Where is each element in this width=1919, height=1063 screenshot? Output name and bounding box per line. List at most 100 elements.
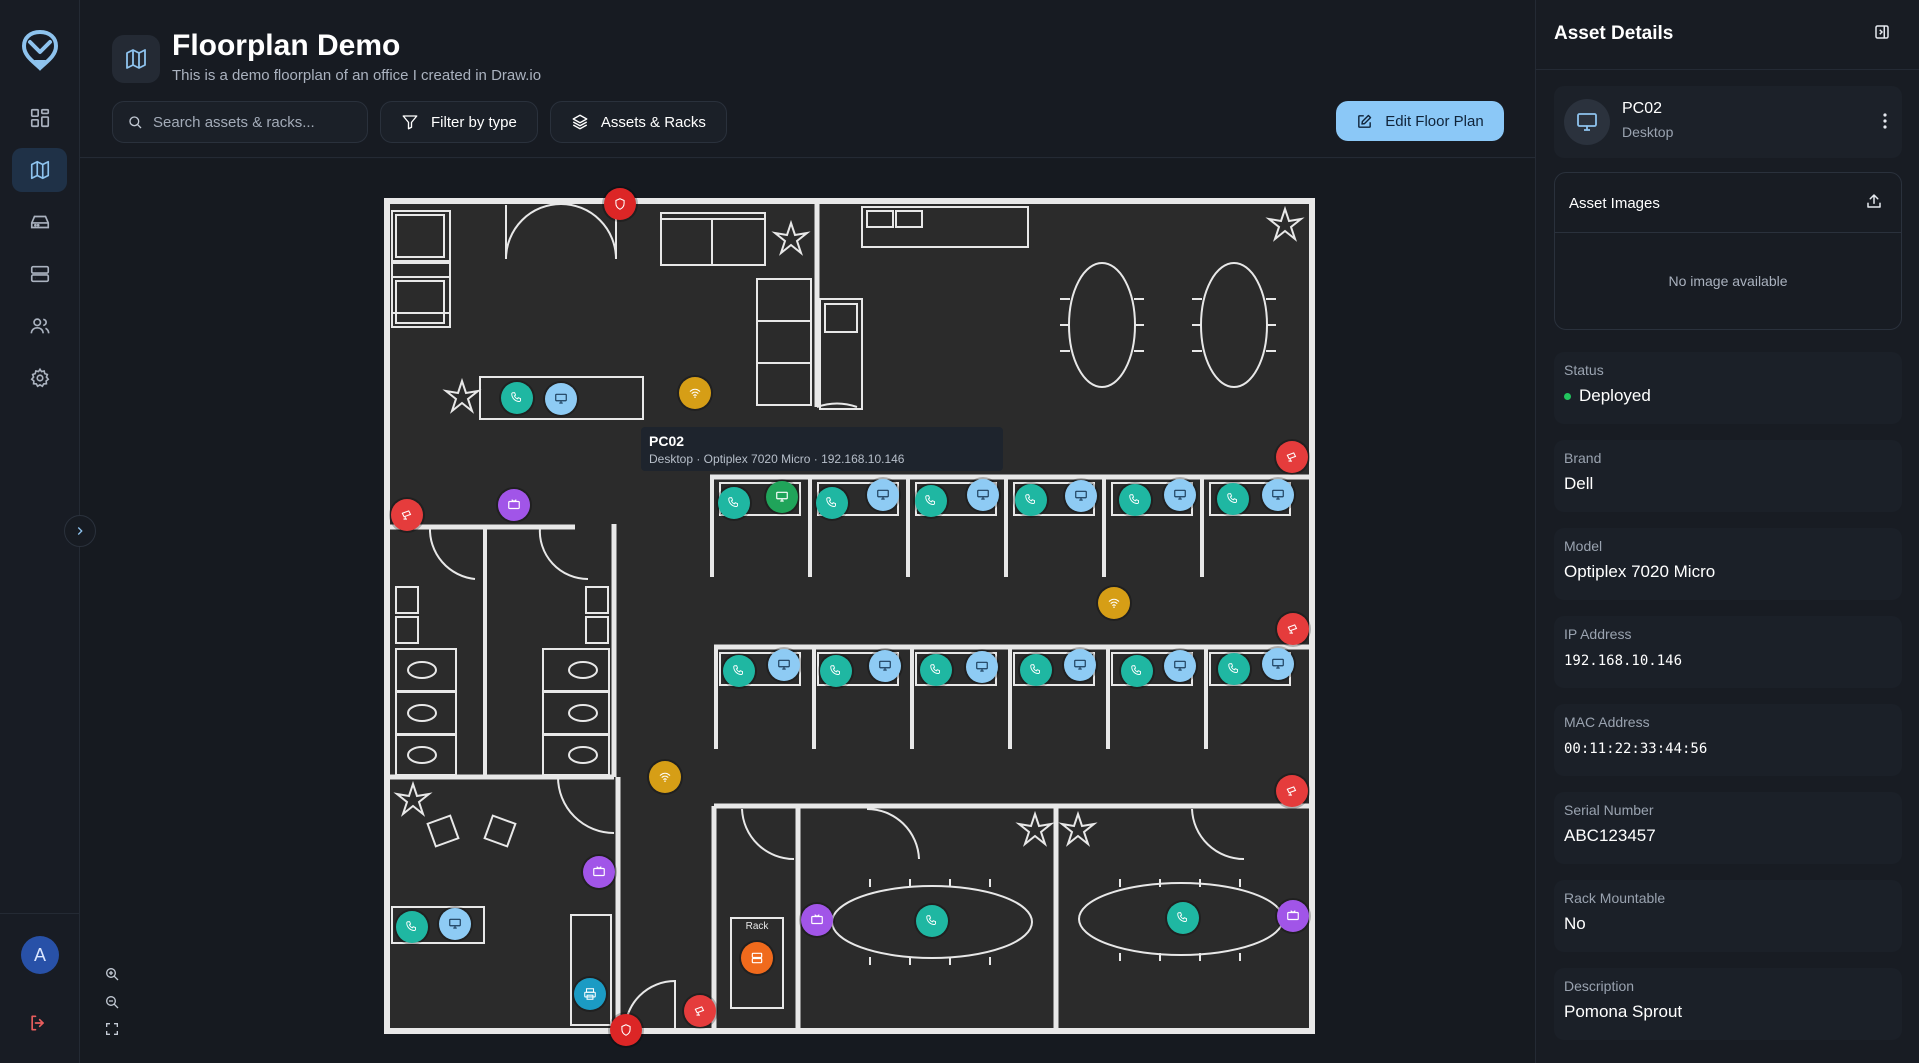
nav-dashboard[interactable] <box>12 96 67 140</box>
phone-marker[interactable] <box>723 655 755 687</box>
phone-marker[interactable] <box>501 382 533 414</box>
phone-marker[interactable] <box>718 487 750 519</box>
phone-marker[interactable] <box>915 485 947 517</box>
phone-marker[interactable] <box>1119 484 1151 516</box>
zoom-out-button[interactable] <box>100 990 124 1014</box>
phone-icon <box>511 392 521 402</box>
assets-racks-button[interactable]: Assets & Racks <box>549 101 727 143</box>
panel-title: Asset Details <box>1554 23 1674 44</box>
nav-settings[interactable] <box>12 356 67 400</box>
phone-marker[interactable] <box>920 654 952 686</box>
pc-marker[interactable] <box>1262 479 1294 511</box>
nav-racks[interactable] <box>12 252 67 296</box>
search-input[interactable] <box>153 113 343 131</box>
camera-marker[interactable] <box>391 499 423 531</box>
pc-marker[interactable] <box>439 908 471 940</box>
phone-marker[interactable] <box>816 487 848 519</box>
phone-icon <box>1025 494 1035 504</box>
floorplan-canvas[interactable]: Rack PC02 Desktop · Optiplex 7020 Micro … <box>80 159 1535 1063</box>
access-point-marker[interactable] <box>1098 587 1130 619</box>
access-point-marker[interactable] <box>649 761 681 793</box>
phone-marker[interactable] <box>1121 655 1153 687</box>
camera-icon <box>1287 624 1298 634</box>
desktop-icon <box>449 918 461 929</box>
pc-marker[interactable] <box>1164 650 1196 682</box>
pc-marker[interactable] <box>869 650 901 682</box>
pc-marker[interactable] <box>1164 479 1196 511</box>
field-label: Model <box>1564 538 1603 554</box>
pc-marker[interactable] <box>545 383 577 415</box>
app-logo[interactable] <box>20 28 60 72</box>
hard-drive-icon <box>30 215 49 229</box>
shield-icon <box>615 198 625 210</box>
pc-marker-selected[interactable] <box>766 481 798 513</box>
desktop-icon <box>1074 659 1086 670</box>
camera-marker[interactable] <box>1276 775 1308 807</box>
panel-collapse-button[interactable] <box>1873 23 1895 45</box>
display-marker[interactable] <box>801 904 833 936</box>
phone-marker[interactable] <box>916 905 948 937</box>
camera-marker[interactable] <box>1276 441 1308 473</box>
access-point-marker[interactable] <box>679 377 711 409</box>
phone-marker[interactable] <box>396 911 428 943</box>
pc-marker[interactable] <box>966 651 998 683</box>
rack-label: Rack <box>746 921 770 932</box>
phone-icon <box>406 921 416 931</box>
display-marker[interactable] <box>1277 900 1309 932</box>
map-icon <box>112 35 160 83</box>
phone-marker[interactable] <box>1020 654 1052 686</box>
rack-marker[interactable] <box>741 942 773 974</box>
asset-images-title: Asset Images <box>1569 195 1660 212</box>
phone-icon <box>1030 664 1040 674</box>
edit-floor-plan-button[interactable]: Edit Floor Plan <box>1336 101 1504 141</box>
phone-marker[interactable] <box>820 655 852 687</box>
pc-marker[interactable] <box>967 479 999 511</box>
nav-storage[interactable] <box>12 200 67 244</box>
desktop-icon <box>877 489 889 500</box>
search-icon <box>129 116 142 129</box>
server-icon <box>751 952 763 964</box>
field-status: Status Deployed <box>1554 352 1902 424</box>
desktop-icon <box>1174 660 1186 671</box>
camera-marker[interactable] <box>1277 613 1309 645</box>
shield-icon <box>621 1024 631 1036</box>
display-marker[interactable] <box>583 856 615 888</box>
sidebar-expand-button[interactable] <box>64 515 96 547</box>
filter-by-type-button[interactable]: Filter by type <box>380 101 538 143</box>
field-rack-mountable: Rack Mountable No <box>1554 880 1902 952</box>
status-badge: Deployed <box>1564 386 1651 406</box>
nav-floorplans[interactable] <box>12 148 67 192</box>
upload-icon[interactable] <box>1865 192 1885 212</box>
gear-icon <box>30 367 49 388</box>
camera-marker[interactable] <box>684 995 716 1027</box>
pc-marker[interactable] <box>1064 649 1096 681</box>
phone-marker[interactable] <box>1167 902 1199 934</box>
nav-users[interactable] <box>12 304 67 348</box>
phone-icon <box>1227 493 1237 503</box>
field-description: Description Pomona Sprout <box>1554 968 1902 1040</box>
printer-marker[interactable] <box>574 978 606 1010</box>
security-marker[interactable] <box>610 1014 642 1046</box>
tv-icon <box>1287 910 1299 921</box>
avatar[interactable]: A <box>21 936 59 974</box>
logout-icon[interactable] <box>28 1013 52 1037</box>
pc-marker[interactable] <box>867 479 899 511</box>
field-mac-address: MAC Address 00:11:22:33:44:56 <box>1554 704 1902 776</box>
phone-marker[interactable] <box>1217 483 1249 515</box>
fullscreen-button[interactable] <box>100 1017 124 1041</box>
search-box[interactable] <box>112 101 368 143</box>
panel-collapse-icon <box>1875 25 1889 39</box>
more-options-icon[interactable] <box>1877 110 1893 132</box>
security-marker[interactable] <box>604 188 636 220</box>
pc-marker[interactable] <box>768 649 800 681</box>
pc-marker[interactable] <box>1065 480 1097 512</box>
zoom-in-button[interactable] <box>100 962 124 986</box>
field-label: MAC Address <box>1564 714 1650 730</box>
display-marker[interactable] <box>498 489 530 521</box>
field-value: ABC123457 <box>1564 826 1656 845</box>
fullscreen-icon <box>106 1023 118 1035</box>
pc-marker[interactable] <box>1262 648 1294 680</box>
field-ip-address: IP Address 192.168.10.146 <box>1554 616 1902 688</box>
phone-marker[interactable] <box>1015 484 1047 516</box>
phone-marker[interactable] <box>1218 653 1250 685</box>
